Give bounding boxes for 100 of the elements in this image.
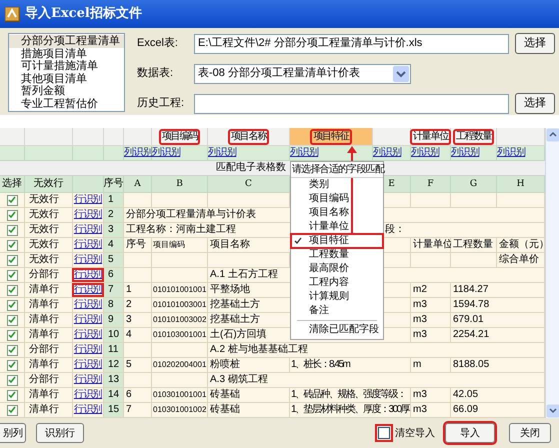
column-recognize-link[interactable]: 列识别: [373, 148, 402, 158]
table-cell: 工程数量: [451, 238, 497, 253]
table-cell: 无效行: [25, 208, 73, 223]
row-recognize-link[interactable]: 行识别: [74, 315, 102, 325]
table-cell: 010101003002: [152, 313, 208, 328]
table-cell: 分部行: [25, 343, 73, 358]
column-recognize-link[interactable]: 列识别: [208, 148, 236, 158]
menu-item[interactable]: 项目编码: [291, 192, 383, 206]
column-recognize-link[interactable]: 列识别: [451, 148, 480, 158]
table-cell: A.3 砌筑工程: [208, 373, 545, 388]
import-button[interactable]: 导入: [445, 423, 495, 443]
column-recognize-link[interactable]: 列识别: [411, 148, 440, 158]
tree-item[interactable]: 分部分项工程量清单: [9, 35, 124, 48]
table-cell: 1、砖品种、规格、强度等级：: [290, 388, 411, 403]
table-cell: 无效行: [25, 193, 73, 208]
arrow-annotation-icon: [347, 146, 357, 161]
table-cell: 14: [104, 388, 124, 403]
table-cell: [152, 373, 208, 388]
row-recognize-link[interactable]: 行识别: [74, 225, 102, 235]
row-checkbox[interactable]: [6, 254, 18, 266]
app-icon: [4, 6, 20, 22]
table-cell: [124, 343, 152, 358]
text-field[interactable]: [194, 94, 509, 114]
row-recognize-link[interactable]: 行识别: [74, 195, 102, 205]
recognize-column-button[interactable]: 别列: [0, 423, 26, 443]
row-recognize-link[interactable]: 行识别: [74, 345, 102, 355]
field-label: 工程数量: [452, 128, 494, 144]
table-cell: 砖基础: [208, 388, 290, 403]
field-label: 项目名称: [228, 128, 270, 144]
table-cell: 6: [104, 268, 124, 283]
table-cell: 3: [124, 313, 152, 328]
row-checkbox[interactable]: [6, 194, 18, 206]
table-cell: 清单行: [25, 298, 73, 313]
table-cell: 9: [104, 313, 124, 328]
table-cell: 清单行: [25, 313, 73, 328]
menu-item[interactable]: 项目名称: [291, 206, 383, 220]
tree-item[interactable]: 其他项目清单: [9, 72, 124, 85]
row-checkbox[interactable]: [6, 404, 18, 416]
row-recognize-link[interactable]: 行识别: [74, 405, 102, 415]
recognize-row-button[interactable]: 识别行: [36, 423, 84, 443]
table-cell: 2254.21: [451, 328, 545, 343]
column-recognize-link[interactable]: 列识别: [152, 148, 180, 158]
row-checkbox[interactable]: [6, 360, 18, 370]
row-checkbox[interactable]: [6, 300, 18, 310]
row-checkbox[interactable]: [6, 270, 18, 280]
table-cell: 1: [104, 193, 124, 208]
table-cell: [152, 253, 208, 268]
choose-button[interactable]: 选择: [515, 93, 555, 114]
clear-import-checkbox[interactable]: [378, 427, 390, 439]
text-field[interactable]: E:\工程文件\2# 分部分项工程量清单与计价.xls: [194, 34, 509, 54]
table-cell: 7: [124, 403, 152, 418]
row-checkbox[interactable]: [6, 374, 18, 386]
table-cell: A.2 桩与地基基础工程: [208, 343, 545, 358]
tree-item[interactable]: 可计量措施清单: [9, 60, 124, 72]
row-checkbox[interactable]: [6, 344, 18, 356]
table-cell: 无效行: [25, 238, 73, 253]
window-title: 导入Excel招标文件: [25, 4, 142, 24]
column-recognize-link[interactable]: 列识别: [497, 148, 526, 158]
header-cell: A: [124, 176, 152, 193]
table-cell: [411, 253, 451, 268]
row-checkbox[interactable]: [6, 224, 18, 236]
table-cell: 序号: [124, 238, 152, 253]
tree-item[interactable]: 暂列金额: [9, 85, 124, 98]
row-recognize-link[interactable]: 行识别: [74, 210, 102, 220]
table-cell: m: [411, 358, 451, 373]
row-recognize-link[interactable]: 行识别: [74, 255, 102, 265]
row-checkbox[interactable]: [6, 330, 18, 340]
header-cell: 序号: [104, 176, 124, 193]
row-recognize-link[interactable]: 行识别: [74, 330, 102, 340]
table-cell: [451, 253, 497, 268]
tree-item[interactable]: 专业工程暂估价: [9, 98, 124, 110]
header-cell: 选择: [0, 176, 25, 193]
row-recognize-link[interactable]: 行识别: [74, 375, 102, 385]
table-cell: 13: [104, 373, 124, 388]
table-cell: 2: [124, 298, 152, 313]
choose-button[interactable]: 选择: [515, 33, 555, 54]
row-checkbox[interactable]: [6, 240, 18, 250]
table-cell: 6: [124, 388, 152, 403]
close-button[interactable]: 关闭: [509, 423, 551, 443]
row-recognize-link[interactable]: 行识别: [74, 240, 102, 250]
table-cell: 66.09: [451, 403, 545, 418]
table-cell: 清单行: [25, 358, 73, 373]
row-checkbox[interactable]: [6, 284, 18, 296]
sheet-dropdown[interactable]: 表-08 分部分项工程量清单计价表: [194, 64, 411, 84]
dropdown-value: 表-08 分部分项工程量清单计价表: [198, 66, 360, 82]
header-cell: [73, 176, 104, 193]
row-recognize-link[interactable]: 行识别: [74, 300, 102, 310]
table-cell: 010101001001: [152, 283, 208, 298]
row-recognize-link[interactable]: 行识别: [74, 360, 102, 370]
table-cell: 010202004001: [152, 358, 208, 373]
row-recognize-link[interactable]: 行识别: [74, 390, 102, 400]
row-checkbox[interactable]: [6, 314, 18, 326]
tree-item[interactable]: 措施项目清单: [9, 48, 124, 60]
column-recognize-link[interactable]: 列识别: [290, 148, 318, 158]
table-cell: 12: [104, 358, 124, 373]
vertical-scrollbar[interactable]: [545, 128, 559, 418]
row-checkbox[interactable]: [6, 210, 18, 220]
table-cell: 7: [104, 283, 124, 298]
table-cell: [451, 193, 497, 208]
row-checkbox[interactable]: [6, 390, 18, 400]
